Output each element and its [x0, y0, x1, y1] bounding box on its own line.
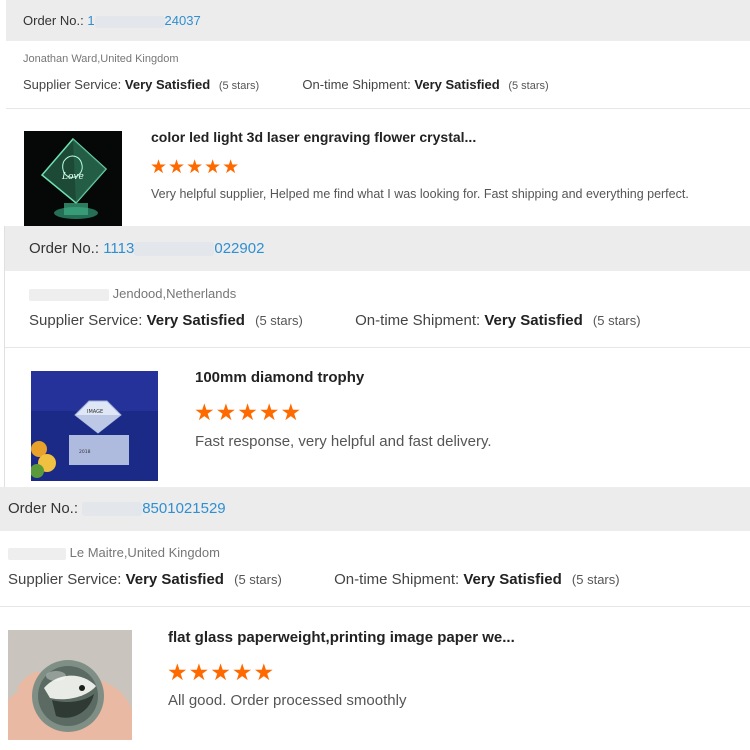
shipment-label: On-time Shipment:: [302, 77, 411, 92]
crystal-cube-photo: Love: [24, 131, 122, 226]
svg-text:2018: 2018: [79, 449, 91, 455]
divider: [0, 606, 750, 607]
rating-row: Supplier Service: Very Satisfied (5 star…: [8, 571, 620, 588]
blurred-buyer-name: [29, 288, 109, 301]
svg-text:Love: Love: [61, 172, 84, 182]
order-number: 24037: [164, 13, 201, 28]
star-rating: ★★★★★: [167, 659, 276, 685]
supplier-service-value: Very Satisfied: [124, 77, 211, 92]
order-label: Order No.:: [8, 500, 79, 517]
divider: [5, 347, 750, 348]
order-number: 8501021529: [142, 500, 226, 517]
review-card: Order No.: 1113 022902 Jendood,Netherland…: [4, 226, 750, 487]
shipment-value: Very Satisfied: [414, 77, 500, 92]
review-comment: Very helpful supplier, Helped me find wh…: [151, 187, 689, 201]
order-bar: Order No.: 1113 022902: [5, 226, 750, 271]
diamond-trophy-photo: IMAGE 2018: [31, 371, 158, 481]
shipment-label: On-time Shipment:: [334, 571, 460, 588]
order-label: Order No.:: [23, 13, 84, 28]
buyer-name-country: Jonathan Ward,United Kingdom: [23, 53, 179, 65]
order-number: 022902: [214, 240, 265, 257]
supplier-service-note: (5 stars): [255, 313, 303, 328]
rating-row: Supplier Service: Very Satisfied (5 star…: [29, 312, 641, 329]
blurred-order-digits: [82, 502, 143, 517]
glass-paperweight-photo: [8, 630, 132, 740]
review-comment: All good. Order processed smoothly: [168, 692, 407, 709]
product-title[interactable]: color led light 3d laser engraving flowe…: [151, 129, 476, 145]
order-bar: Order No.: 8501021529: [0, 487, 750, 531]
svg-text:IMAGE: IMAGE: [87, 409, 103, 415]
supplier-service-label: Supplier Service:: [29, 312, 143, 329]
shipment-label: On-time Shipment:: [355, 312, 481, 329]
order-bar: Order No.: 1 24037: [6, 0, 750, 41]
divider: [6, 108, 750, 109]
blurred-order-digits: [94, 15, 165, 28]
product-image[interactable]: Love: [24, 131, 122, 226]
review-card: Order No.: 1 24037 Jonathan Ward,United K…: [6, 0, 750, 226]
review-comment: Fast response, very helpful and fast del…: [195, 433, 492, 450]
supplier-service-label: Supplier Service:: [23, 77, 122, 92]
buyer-info: Jendood,Netherlands: [29, 286, 236, 301]
supplier-service-value: Very Satisfied: [146, 312, 245, 329]
star-rating: ★★★★★: [150, 157, 241, 178]
order-number-prefix: 1: [87, 13, 95, 28]
supplier-service-value: Very Satisfied: [125, 571, 224, 588]
shipment-value: Very Satisfied: [463, 571, 562, 588]
shipment-note: (5 stars): [508, 80, 549, 92]
product-title[interactable]: 100mm diamond trophy: [195, 369, 364, 386]
rating-row: Supplier Service: Very Satisfied (5 star…: [23, 77, 549, 92]
shipment-note: (5 stars): [592, 313, 641, 328]
order-label: Order No.:: [29, 240, 100, 257]
buyer-name-country: Jendood,Netherlands: [112, 286, 237, 301]
supplier-service-note: (5 stars): [234, 572, 282, 587]
buyer-name-country: Le Maitre,United Kingdom: [69, 545, 220, 560]
product-image[interactable]: [8, 630, 132, 740]
blurred-order-digits: [134, 242, 215, 257]
buyer-info: Jonathan Ward,United Kingdom: [23, 53, 179, 65]
shipment-value: Very Satisfied: [484, 312, 583, 329]
review-card: Order No.: 8501021529 Le Maitre,United K…: [0, 487, 750, 750]
supplier-service-note: (5 stars): [218, 80, 260, 92]
shipment-note: (5 stars): [571, 572, 620, 587]
product-image[interactable]: IMAGE 2018: [31, 371, 158, 481]
supplier-service-label: Supplier Service:: [8, 571, 122, 588]
product-title[interactable]: flat glass paperweight,printing image pa…: [168, 629, 515, 646]
blurred-buyer-name: [8, 547, 66, 560]
star-rating: ★★★★★: [194, 399, 303, 425]
order-number-prefix: 1113: [103, 240, 135, 257]
buyer-info: Le Maitre,United Kingdom: [8, 545, 220, 560]
